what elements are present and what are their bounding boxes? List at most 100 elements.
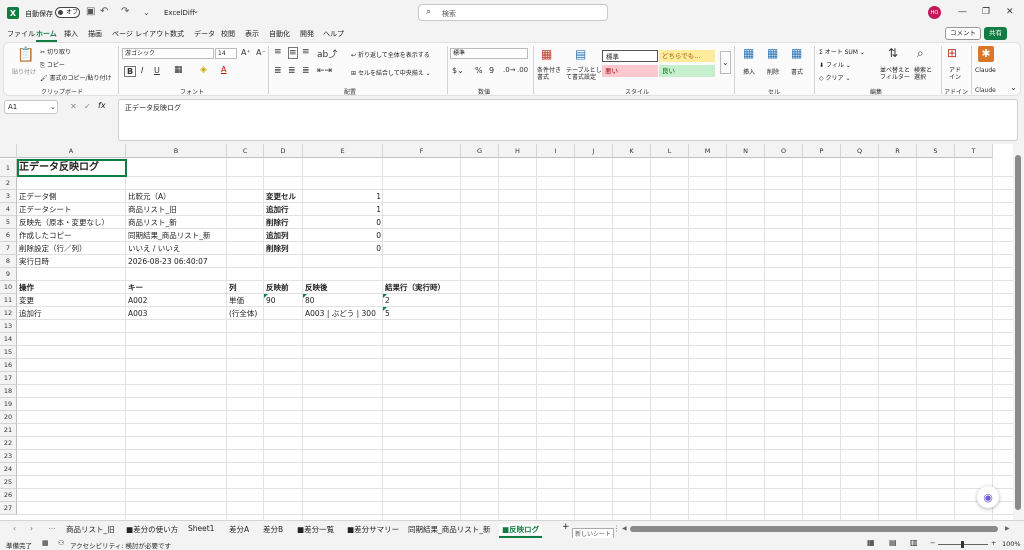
column-header[interactable]: Q bbox=[841, 144, 879, 158]
cell-d5[interactable]: 削除行 bbox=[264, 216, 303, 229]
align-center-icon[interactable]: ≣ bbox=[288, 66, 296, 76]
vertical-scroll-thumb[interactable] bbox=[1015, 155, 1021, 510]
addins-icon[interactable]: ⊞ bbox=[947, 46, 957, 60]
zoom-in-icon[interactable]: + bbox=[991, 539, 996, 547]
cell-a3[interactable]: 正データ側 bbox=[17, 190, 126, 203]
clear-button[interactable]: ◇ クリア ⌄ bbox=[819, 73, 850, 82]
cell-b7[interactable]: いいえ / いいえ bbox=[126, 242, 227, 255]
save-icon[interactable]: ▣ bbox=[86, 6, 95, 17]
cell-d11[interactable]: 90 bbox=[264, 294, 303, 307]
zoom-level[interactable]: 100% bbox=[1002, 540, 1021, 548]
format-cells-button[interactable]: 書式 bbox=[791, 67, 803, 76]
cell-b10[interactable]: キー bbox=[126, 281, 227, 294]
cell-a7[interactable]: 削除設定（行／列） bbox=[17, 242, 126, 255]
column-header[interactable]: F bbox=[383, 144, 461, 158]
tab-page-layout[interactable]: ページ レイアウト bbox=[112, 29, 170, 39]
row-header[interactable]: 6 bbox=[0, 229, 17, 242]
row-header[interactable]: 18 bbox=[0, 385, 17, 398]
row-header[interactable]: 2 bbox=[0, 177, 17, 190]
cell-d12[interactable] bbox=[264, 307, 303, 320]
row-header[interactable]: 23 bbox=[0, 450, 17, 463]
tab-insert[interactable]: 挿入 bbox=[64, 29, 78, 39]
scroll-right-icon[interactable]: ▶ bbox=[1005, 525, 1010, 532]
sheet-tab[interactable]: 商品リスト_旧 bbox=[66, 524, 115, 535]
tab-options-icon[interactable]: ⋮ bbox=[613, 524, 621, 533]
decrease-decimal-icon[interactable]: .00 bbox=[517, 66, 528, 74]
sort-filter-icon[interactable]: ⇅ bbox=[888, 46, 898, 60]
column-header[interactable]: J bbox=[575, 144, 613, 158]
font-color-icon[interactable]: A bbox=[221, 65, 226, 74]
sheet-tab[interactable]: 差分A bbox=[229, 524, 249, 535]
column-header[interactable]: P bbox=[803, 144, 841, 158]
row-header[interactable]: 24 bbox=[0, 463, 17, 476]
format-as-table-button[interactable]: テーブルとして書式設定 bbox=[566, 67, 602, 81]
cell-a4[interactable]: 正データシート bbox=[17, 203, 126, 216]
tab-developer[interactable]: 開発 bbox=[300, 29, 314, 39]
row-header[interactable]: 16 bbox=[0, 359, 17, 372]
share-button[interactable]: 共有 bbox=[984, 27, 1007, 40]
new-sheet-icon[interactable]: + bbox=[562, 522, 570, 532]
fill-color-icon[interactable]: ◈ bbox=[200, 65, 207, 75]
align-left-icon[interactable]: ≣ bbox=[274, 66, 282, 76]
sheet-tab-active[interactable]: ■反映ログ bbox=[499, 524, 543, 538]
font-size-select[interactable]: 14 bbox=[215, 48, 237, 59]
column-header[interactable]: H bbox=[499, 144, 537, 158]
cell-b11[interactable]: A002 bbox=[126, 294, 227, 307]
font-name-select[interactable]: 游ゴシック bbox=[122, 48, 214, 59]
normal-view-icon[interactable]: ▦ bbox=[867, 538, 875, 547]
page-layout-view-icon[interactable]: ▤ bbox=[889, 538, 897, 547]
minimize-icon[interactable]: — bbox=[958, 7, 967, 17]
cell-d6[interactable]: 追加列 bbox=[264, 229, 303, 242]
zoom-slider-handle[interactable] bbox=[961, 541, 964, 548]
search-box[interactable]: ⌕ 検索 bbox=[418, 4, 608, 21]
format-as-table-icon[interactable]: ▤ bbox=[575, 47, 586, 61]
row-header[interactable]: 1 bbox=[0, 159, 17, 177]
undo-icon[interactable]: ↶ bbox=[100, 6, 108, 17]
row-header[interactable]: 8 bbox=[0, 255, 17, 268]
row-header[interactable]: 17 bbox=[0, 372, 17, 385]
sheet-tab[interactable]: Sheet1 bbox=[188, 524, 214, 533]
row-header[interactable]: 10 bbox=[0, 281, 17, 294]
row-header[interactable]: 19 bbox=[0, 398, 17, 411]
cell-a5[interactable]: 反映先（原本・変更なし） bbox=[17, 216, 126, 229]
row-header[interactable]: 27 bbox=[0, 502, 17, 515]
cell-f11[interactable]: 2 bbox=[383, 294, 461, 307]
claude-icon[interactable]: ✱ bbox=[978, 46, 994, 62]
ribbon-collapse-icon[interactable]: ⌄ bbox=[1010, 83, 1017, 92]
namebox-dropdown-icon[interactable]: ⌄ bbox=[50, 103, 56, 111]
orientation-icon[interactable]: ab⤴ bbox=[317, 47, 337, 60]
more-sheets-icon[interactable]: ⋯ bbox=[48, 524, 56, 533]
addins-button[interactable]: アドイン bbox=[949, 67, 963, 81]
cell-c10[interactable]: 列 bbox=[227, 281, 264, 294]
row-header[interactable]: 14 bbox=[0, 333, 17, 346]
delete-cells-button[interactable]: 削除 bbox=[767, 67, 779, 76]
zoom-out-icon[interactable]: − bbox=[930, 539, 935, 547]
cell-a8[interactable]: 実行日時 bbox=[17, 255, 126, 268]
cut-button[interactable]: ✂ 切り取り bbox=[40, 47, 71, 56]
spreadsheet-grid[interactable]: ABCDEFGHIJKLMNOPQRST 1 2 3 4 5 6 7 8 9 10 11 12 13 14… bbox=[0, 144, 1013, 520]
tab-review[interactable]: 校閲 bbox=[221, 29, 235, 39]
cell-e4[interactable]: 1 bbox=[303, 203, 383, 216]
find-select-icon[interactable]: ⌕ bbox=[917, 46, 924, 61]
tab-file[interactable]: ファイル bbox=[7, 29, 35, 39]
column-header[interactable]: S bbox=[917, 144, 955, 158]
scroll-left-icon[interactable]: ◀ bbox=[622, 525, 627, 532]
align-right-icon[interactable]: ≣ bbox=[302, 66, 310, 76]
row-header[interactable]: 12 bbox=[0, 307, 17, 320]
cell-b5[interactable]: 商品リスト_新 bbox=[126, 216, 227, 229]
wrap-text-button[interactable]: ↩ 折り返して全体を表示する bbox=[351, 50, 430, 59]
row-header[interactable]: 20 bbox=[0, 411, 17, 424]
redo-icon[interactable]: ↷ bbox=[121, 6, 129, 17]
accessibility-status[interactable]: アクセシビリティ: 検討が必要です bbox=[70, 540, 171, 550]
format-painter-button[interactable]: 🖌 書式のコピー/貼り付け bbox=[40, 73, 112, 82]
formula-input[interactable]: 正データ反映ログ bbox=[118, 99, 1018, 141]
cell-b12[interactable]: A003 bbox=[126, 307, 227, 320]
page-break-view-icon[interactable]: ▥ bbox=[910, 538, 918, 547]
avatar[interactable]: HO bbox=[928, 6, 941, 19]
row-header[interactable]: 7 bbox=[0, 242, 17, 255]
style-normal[interactable]: 標準 bbox=[602, 50, 658, 62]
cell-e11[interactable]: 80 bbox=[303, 294, 383, 307]
row-header[interactable]: 4 bbox=[0, 203, 17, 216]
row-header[interactable]: 26 bbox=[0, 489, 17, 502]
row-header[interactable]: 3 bbox=[0, 190, 17, 203]
